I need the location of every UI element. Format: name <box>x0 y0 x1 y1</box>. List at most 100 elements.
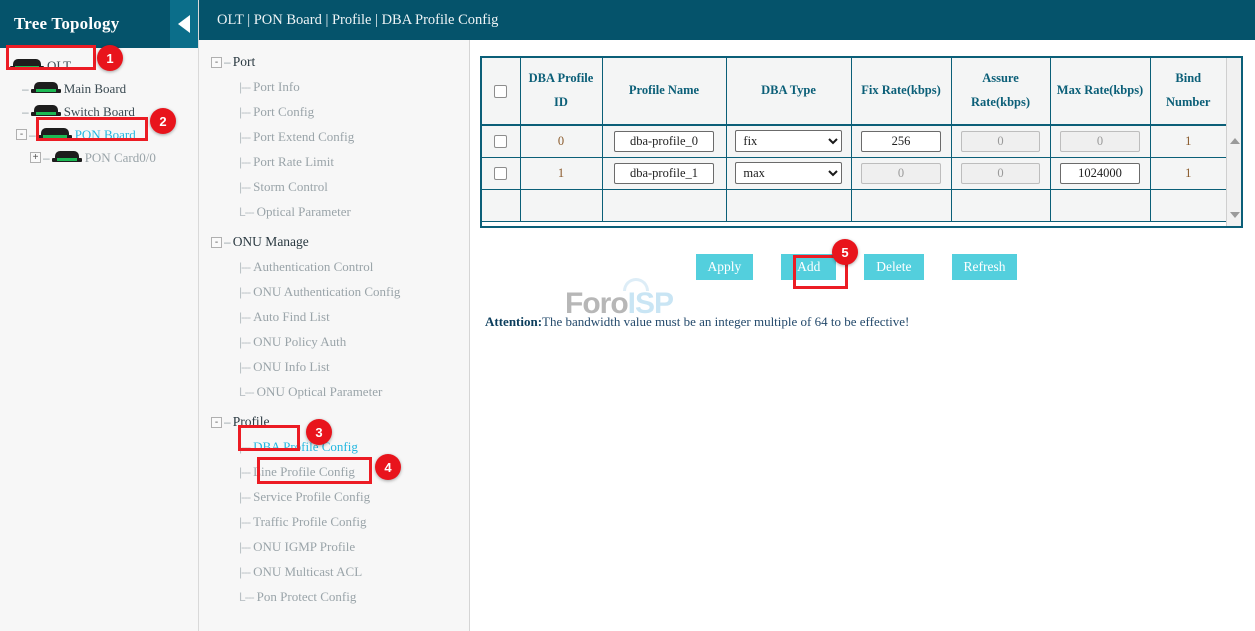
select-all-header <box>482 58 520 125</box>
table-header-row: DBA Profile ID Profile Name DBA Type Fix… <box>482 58 1226 125</box>
tree-connector-icon: L--- <box>239 385 254 399</box>
delete-button[interactable]: Delete <box>864 254 923 280</box>
menu-item-port-config[interactable]: |--- Port Config <box>199 99 469 124</box>
menu-item-storm-control[interactable]: |--- Storm Control <box>199 174 469 199</box>
tree-node-label: PON Card0/0 <box>85 151 156 164</box>
column-header-profile-name: Profile Name <box>602 58 726 125</box>
dba-profile-config-pane: DBA Profile ID Profile Name DBA Type Fix… <box>470 40 1255 631</box>
column-header-dba-type: DBA Type <box>726 58 851 125</box>
menu-item-label: Pon Protect Config <box>257 589 357 605</box>
annotation-badge-3: 3 <box>306 419 332 445</box>
menu-item-port-extend-config[interactable]: |--- Port Extend Config <box>199 124 469 149</box>
scroll-up-icon[interactable] <box>1230 138 1240 144</box>
apply-button[interactable]: Apply <box>696 254 754 280</box>
expand-expander-icon[interactable]: + <box>30 152 41 163</box>
collapse-expander-icon[interactable]: - <box>16 129 27 140</box>
menu-item-port-rate-limit[interactable]: |--- Port Rate Limit <box>199 149 469 174</box>
menu-item-dba-profile-config[interactable]: |--- DBA Profile Config <box>199 434 469 459</box>
max-rate-input <box>1060 131 1140 152</box>
cell-profile-name <box>602 125 726 157</box>
menu-item-onu-igmp-profile[interactable]: |--- ONU IGMP Profile <box>199 534 469 559</box>
tree-topology-title: Tree Topology <box>14 14 119 34</box>
tree-connector-icon: L--- <box>239 205 254 219</box>
dba-type-select[interactable]: fix <box>735 130 841 152</box>
menu-item-label: ONU Multicast ACL <box>253 564 362 580</box>
menu-item-onu-authentication-config[interactable]: |--- ONU Authentication Config <box>199 279 469 304</box>
tree-connector-icon: |--- <box>239 335 250 349</box>
menu-item-traffic-profile-config[interactable]: |--- Traffic Profile Config <box>199 509 469 534</box>
menu-item-port-info[interactable]: |--- Port Info <box>199 74 469 99</box>
profile-name-input[interactable] <box>614 163 715 184</box>
attention-text: The bandwidth value must be an integer m… <box>542 314 909 329</box>
menu-item-auto-find-list[interactable]: |--- Auto Find List <box>199 304 469 329</box>
menu-item-optical-parameter[interactable]: L--- Optical Parameter <box>199 199 469 224</box>
column-header-bind-number: Bind Number <box>1150 58 1226 125</box>
table-vertical-scrollbar[interactable] <box>1226 58 1243 226</box>
menu-item-onu-optical-parameter[interactable]: L--- ONU Optical Parameter <box>199 379 469 404</box>
tree-node-pon-card[interactable]: + – PON Card0/0 <box>0 146 198 169</box>
tree-connector-icon: L--- <box>239 590 254 604</box>
breadcrumb-bar: OLT | PON Board | Profile | DBA Profile … <box>199 0 1255 40</box>
menu-item-line-profile-config[interactable]: |--- Line Profile Config <box>199 459 469 484</box>
row-checkbox[interactable] <box>494 135 507 148</box>
tree-connector-icon: |--- <box>239 440 250 454</box>
dba-type-select[interactable]: max <box>735 162 841 184</box>
menu-item-label: Port Extend Config <box>253 129 354 145</box>
collapse-expander-icon[interactable]: - <box>211 237 222 248</box>
tree-connector-icon: |--- <box>239 360 250 374</box>
menu-item-onu-multicast-acl[interactable]: |--- ONU Multicast ACL <box>199 559 469 584</box>
menu-item-label: Traffic Profile Config <box>253 514 366 530</box>
fix-rate-input[interactable] <box>861 131 941 152</box>
collapse-expander-icon[interactable]: - <box>211 417 222 428</box>
scroll-down-icon[interactable] <box>1230 212 1240 218</box>
menu-item-authentication-control[interactable]: |--- Authentication Control <box>199 254 469 279</box>
refresh-button[interactable]: Refresh <box>952 254 1018 280</box>
select-all-checkbox[interactable] <box>494 85 507 98</box>
column-header-max-rate: Max Rate(kbps) <box>1050 58 1150 125</box>
device-icon <box>10 59 44 72</box>
tree-node-main-board[interactable]: – Main Board <box>0 77 198 100</box>
profile-name-input[interactable] <box>614 131 715 152</box>
menu-group-profile[interactable]: - – Profile <box>199 410 469 434</box>
tree-connector-icon: |--- <box>239 310 250 324</box>
assure-rate-input <box>961 163 1040 184</box>
assure-rate-input <box>961 131 1040 152</box>
dba-profile-table-scroll: DBA Profile ID Profile Name DBA Type Fix… <box>482 58 1226 226</box>
cell-assure-rate <box>951 157 1050 189</box>
table-empty-row <box>482 189 1226 221</box>
menu-item-label: Port Config <box>253 104 314 120</box>
tree-connector-icon: |--- <box>239 490 250 504</box>
tree-connector-icon: – <box>22 105 29 119</box>
tree-connector-icon: |--- <box>239 80 250 94</box>
main-region: OLT | PON Board | Profile | DBA Profile … <box>199 0 1255 631</box>
menu-item-service-profile-config[interactable]: |--- Service Profile Config <box>199 484 469 509</box>
tree-connector-icon: |--- <box>239 130 250 144</box>
menu-group-onu-manage[interactable]: - – ONU Manage <box>199 230 469 254</box>
tree-connector-icon: |--- <box>239 565 250 579</box>
tree-connector-icon: – <box>224 235 231 249</box>
add-button[interactable]: Add <box>781 254 836 280</box>
tree-connector-icon: |--- <box>239 285 250 299</box>
menu-item-onu-info-list[interactable]: |--- ONU Info List <box>199 354 469 379</box>
collapse-sidebar-button[interactable] <box>170 0 198 48</box>
menu-item-pon-protect-config[interactable]: L--- Pon Protect Config <box>199 584 469 609</box>
cell-dba-type: fix <box>726 125 851 157</box>
menu-item-onu-policy-auth[interactable]: |--- ONU Policy Auth <box>199 329 469 354</box>
cell-dba-profile-id: 1 <box>520 157 602 189</box>
cell-dba-type: max <box>726 157 851 189</box>
tree-topology-panel: Tree Topology OLT – Main Board – Switch … <box>0 0 199 631</box>
menu-item-label: DBA Profile Config <box>253 439 358 455</box>
menu-group-port[interactable]: - – Port <box>199 50 469 74</box>
row-checkbox[interactable] <box>494 167 507 180</box>
cell-assure-rate <box>951 125 1050 157</box>
menu-item-label: ONU Optical Parameter <box>257 384 383 400</box>
attention-note: Attention:The bandwidth value must be an… <box>480 314 1243 330</box>
cell-dba-profile-id: 0 <box>520 125 602 157</box>
max-rate-input[interactable] <box>1060 163 1140 184</box>
menu-group-label: Port <box>233 54 256 70</box>
collapse-expander-icon[interactable]: - <box>211 57 222 68</box>
tree-node-label: Main Board <box>64 82 126 95</box>
column-header-dba-profile-id: DBA Profile ID <box>520 58 602 125</box>
tree-node-label: Switch Board <box>64 105 135 118</box>
annotation-badge-5: 5 <box>832 239 858 265</box>
